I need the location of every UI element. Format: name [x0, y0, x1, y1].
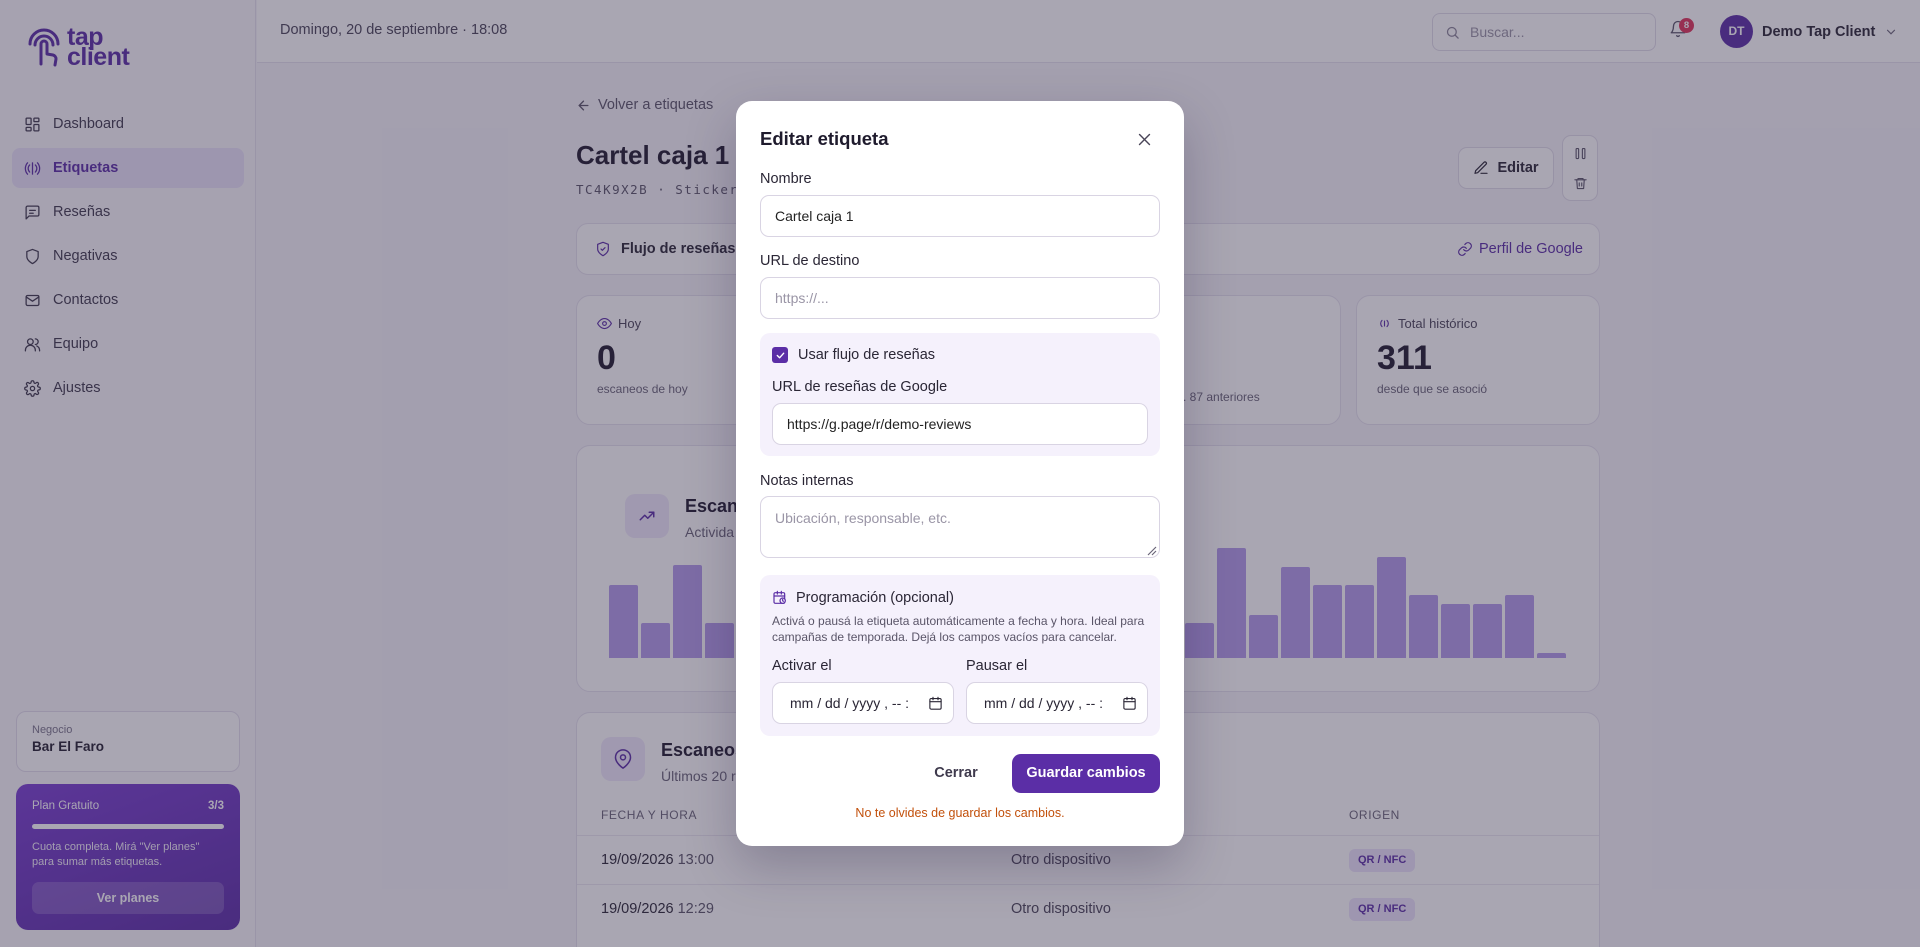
use-flow-checkbox[interactable]	[772, 347, 788, 363]
schedule-section: Programación (opcional) Activá o pausá l…	[760, 575, 1160, 736]
close-button[interactable]	[1136, 131, 1153, 148]
close-icon	[1138, 133, 1151, 146]
notes-field[interactable]	[760, 496, 1160, 558]
check-icon	[776, 352, 784, 358]
calendar-icon[interactable]	[1122, 696, 1137, 711]
save-button[interactable]: Guardar cambios	[1012, 754, 1160, 793]
google-url-label: URL de reseñas de Google	[772, 379, 948, 395]
cancel-button[interactable]: Cerrar	[926, 754, 986, 792]
schedule-description: Activá o pausá la etiqueta automáticamen…	[772, 614, 1145, 644]
unsaved-warning: No te olvides de guardar los cambios.	[855, 806, 1065, 820]
schedule-title: Programación (opcional)	[796, 590, 954, 606]
url-label: URL de destino	[760, 253, 860, 269]
use-flow-label[interactable]: Usar flujo de reseñas	[798, 347, 935, 363]
pause-label: Pausar el	[966, 658, 1028, 674]
activate-label: Activar el	[772, 658, 832, 674]
calendar-clock-icon	[773, 590, 786, 604]
name-label: Nombre	[760, 171, 812, 187]
google-url-field[interactable]	[772, 403, 1148, 445]
date-placeholder: mm / dd / yyyy , -- :	[790, 695, 910, 711]
review-flow-section: Usar flujo de reseñas URL de reseñas de …	[760, 333, 1160, 456]
calendar-icon[interactable]	[928, 696, 943, 711]
resize-handle-icon[interactable]	[1147, 546, 1157, 556]
date-placeholder: mm / dd / yyyy , -- :	[984, 695, 1104, 711]
pause-datetime-input[interactable]: mm / dd / yyyy , -- :	[966, 682, 1148, 724]
name-field[interactable]	[760, 195, 1160, 237]
edit-tag-modal: Editar etiqueta Nombre URL de destino Us…	[736, 101, 1184, 846]
modal-title: Editar etiqueta	[760, 128, 889, 149]
url-field[interactable]	[760, 277, 1160, 319]
notes-label: Notas internas	[760, 473, 854, 489]
activate-datetime-input[interactable]: mm / dd / yyyy , -- :	[772, 682, 954, 724]
